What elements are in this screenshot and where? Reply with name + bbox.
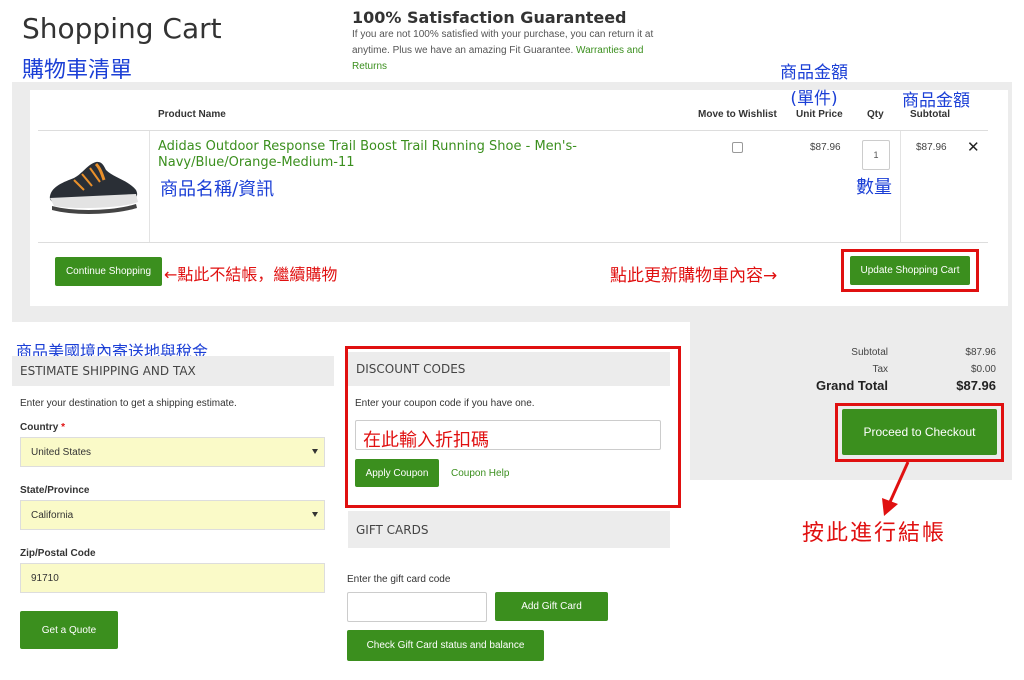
required-mark: * bbox=[61, 422, 66, 433]
chevron-down-icon bbox=[312, 512, 318, 517]
shipping-section-title: ESTIMATE SHIPPING AND TAX bbox=[12, 356, 334, 386]
gift-cards-section-title: GIFT CARDS bbox=[348, 511, 670, 548]
page-title: Shopping Cart bbox=[22, 12, 222, 45]
qty-input[interactable]: 1 bbox=[862, 140, 890, 170]
summary-subtotal-label: Subtotal bbox=[851, 347, 888, 358]
check-gift-card-button[interactable]: Check Gift Card status and balance bbox=[347, 630, 544, 661]
shipping-intro: Enter your destination to get a shipping… bbox=[20, 398, 237, 409]
checkout-arrow-icon bbox=[882, 461, 910, 516]
country-select[interactable]: United States bbox=[20, 437, 325, 467]
continue-shopping-button[interactable]: Continue Shopping bbox=[55, 257, 162, 286]
unit-price-annotation: 商品金額 (單件) bbox=[780, 63, 848, 109]
col-product-name: Product Name bbox=[158, 109, 226, 120]
summary-tax-label: Tax bbox=[872, 364, 888, 375]
country-label-text: Country bbox=[20, 422, 59, 433]
row-divider bbox=[38, 242, 988, 243]
zip-label: Zip/Postal Code bbox=[20, 548, 96, 559]
summary-subtotal-value: $87.96 bbox=[965, 347, 996, 358]
grand-total-value: $87.96 bbox=[956, 378, 996, 393]
zip-input[interactable]: 91710 bbox=[20, 563, 325, 593]
proceed-to-checkout-button[interactable]: Proceed to Checkout bbox=[842, 409, 997, 455]
gift-card-input[interactable] bbox=[347, 592, 487, 622]
col-move-to-wishlist: Move to Wishlist bbox=[698, 109, 777, 120]
checkout-annotation: 按此進行結帳 bbox=[802, 521, 947, 546]
qty-annotation: 數量 bbox=[856, 177, 892, 198]
satisfaction-title: 100% Satisfaction Guaranteed bbox=[352, 8, 627, 27]
continue-shopping-annotation: ←點此不結帳，繼續購物 bbox=[164, 265, 338, 284]
state-value: California bbox=[31, 509, 74, 521]
col-qty: Qty bbox=[867, 109, 884, 120]
image-column-divider bbox=[149, 131, 150, 243]
col-subtotal: Subtotal bbox=[910, 109, 950, 120]
update-cart-annotation: 點此更新購物車內容→ bbox=[610, 266, 778, 286]
wishlist-checkbox[interactable] bbox=[732, 142, 743, 153]
state-label: State/Province bbox=[20, 485, 90, 496]
subtotal-column-divider bbox=[900, 131, 901, 243]
remove-item-icon[interactable]: ✕ bbox=[967, 138, 980, 156]
chevron-down-icon bbox=[312, 449, 318, 454]
coupon-annotation: 在此輸入折扣碼 bbox=[363, 430, 489, 451]
product-name-link[interactable]: Adidas Outdoor Response Trail Boost Trai… bbox=[158, 139, 598, 171]
state-select[interactable]: California bbox=[20, 500, 325, 530]
title-annotation: 購物車清單 bbox=[22, 58, 133, 83]
satisfaction-text: If you are not 100% satisfied with your … bbox=[352, 27, 672, 75]
update-cart-button[interactable]: Update Shopping Cart bbox=[850, 256, 970, 285]
add-gift-card-button[interactable]: Add Gift Card bbox=[495, 592, 608, 621]
product-info-annotation: 商品名稱/資訊 bbox=[160, 179, 275, 200]
col-unit-price: Unit Price bbox=[796, 109, 843, 120]
unit-price-value: $87.96 bbox=[810, 142, 841, 153]
gift-card-label: Enter the gift card code bbox=[347, 574, 451, 585]
subtotal-annotation: 商品金額 bbox=[902, 91, 970, 111]
summary-tax-value: $0.00 bbox=[970, 364, 996, 375]
country-value: United States bbox=[31, 446, 92, 458]
shoe-icon bbox=[49, 161, 138, 214]
product-image[interactable] bbox=[44, 156, 142, 216]
grand-total-label: Grand Total bbox=[816, 378, 888, 393]
get-quote-button[interactable]: Get a Quote bbox=[20, 611, 118, 649]
apply-coupon-button[interactable]: Apply Coupon bbox=[355, 459, 439, 487]
header-divider bbox=[38, 130, 988, 131]
coupon-help-link[interactable]: Coupon Help bbox=[451, 468, 509, 479]
country-label: Country * bbox=[20, 422, 65, 433]
discount-intro: Enter your coupon code if you have one. bbox=[355, 398, 535, 409]
subtotal-value: $87.96 bbox=[916, 142, 947, 153]
